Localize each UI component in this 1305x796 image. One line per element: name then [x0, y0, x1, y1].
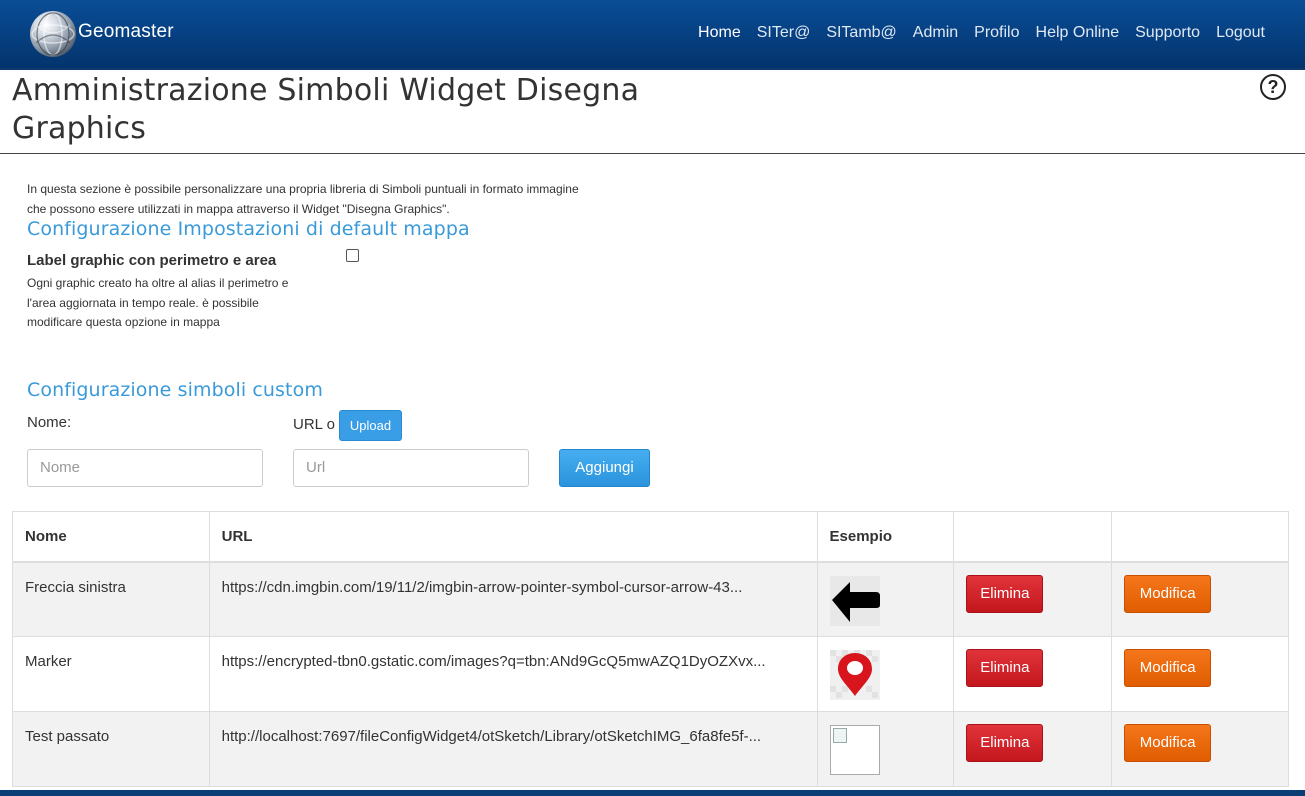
nav-admin[interactable]: Admin: [913, 24, 958, 42]
nav-supporto[interactable]: Supporto: [1135, 24, 1200, 42]
option-desc-line3: modificare questa opzione in mappa: [27, 315, 220, 329]
cell-name: Marker: [12, 636, 210, 712]
cell-delete: Elimina: [953, 711, 1113, 787]
name-label: Nome:: [27, 414, 72, 431]
globe-logo-icon: [30, 11, 76, 57]
cell-url: https://cdn.imgbin.com/19/11/2/imgbin-ar…: [208, 561, 818, 637]
nav-help-online[interactable]: Help Online: [1036, 24, 1120, 42]
page-title-line2: Graphics: [12, 111, 147, 146]
table-row: Marker https://encrypted-tbn0.gstatic.co…: [12, 636, 1289, 712]
nav-siter[interactable]: SITer@: [757, 24, 811, 42]
upload-button[interactable]: Upload: [339, 410, 402, 441]
cell-preview: [816, 636, 955, 712]
page-title: Amministrazione Simboli Widget Disegna G…: [12, 72, 672, 148]
nav-home[interactable]: Home: [698, 24, 741, 42]
brand-name: Geomaster: [78, 21, 174, 42]
nav-sitamb[interactable]: SITamb@: [826, 24, 896, 42]
cell-name: Freccia sinistra: [12, 561, 210, 637]
perimeter-area-label: Label graphic con perimetro e area: [27, 252, 277, 269]
nav-logout[interactable]: Logout: [1216, 24, 1265, 42]
broken-image-icon: [829, 725, 880, 775]
custom-symbols-heading: Configurazione simboli custom: [27, 379, 323, 401]
edit-button[interactable]: Modifica: [1124, 649, 1212, 687]
edit-button[interactable]: Modifica: [1124, 574, 1212, 613]
column-header-edit: [1111, 511, 1289, 563]
main-nav: Home SITer@ SITamb@ Admin Profilo Help O…: [682, 24, 1265, 42]
column-header-esempio: Esempio: [816, 511, 955, 563]
table-row: Test passato http://localhost:7697/fileC…: [12, 711, 1289, 787]
help-icon[interactable]: ?: [1260, 74, 1286, 100]
page-title-line1: Amministrazione Simboli Widget Disegna: [12, 73, 640, 108]
column-header-delete: [953, 511, 1113, 563]
table-row: Freccia sinistra https://cdn.imgbin.com/…: [12, 561, 1289, 637]
cell-url: http://localhost:7697/fileConfigWidget4/…: [208, 711, 818, 787]
top-navbar: Geomaster Home SITer@ SITamb@ Admin Prof…: [0, 0, 1305, 70]
delete-button[interactable]: Elimina: [966, 574, 1044, 613]
cell-edit: Modifica: [1111, 636, 1289, 712]
perimeter-area-checkbox[interactable]: [346, 249, 359, 262]
bottom-bar: [0, 790, 1305, 796]
cell-edit: Modifica: [1111, 561, 1289, 637]
cell-name: Test passato: [12, 711, 210, 787]
name-input[interactable]: Nome: [27, 449, 263, 487]
cell-delete: Elimina: [953, 636, 1113, 712]
column-header-nome: Nome: [12, 511, 210, 563]
delete-button[interactable]: Elimina: [966, 724, 1044, 762]
edit-button[interactable]: Modifica: [1124, 724, 1212, 762]
cell-preview: [816, 561, 955, 637]
column-header-url: URL: [208, 511, 818, 563]
left-arrow-icon: [829, 575, 880, 626]
title-divider: [0, 153, 1305, 154]
perimeter-area-description: Ogni graphic creato ha oltre al alias il…: [27, 274, 327, 333]
url-input[interactable]: Url: [293, 449, 529, 487]
intro-line2: che possono essere utilizzati in mappa a…: [27, 201, 450, 216]
nav-profilo[interactable]: Profilo: [974, 24, 1019, 42]
default-settings-heading: Configurazione Impostazioni di default m…: [27, 218, 470, 240]
add-button[interactable]: Aggiungi: [559, 449, 650, 487]
table-header-row: Nome URL Esempio: [12, 511, 1289, 563]
cell-url: https://encrypted-tbn0.gstatic.com/image…: [208, 636, 818, 712]
cell-edit: Modifica: [1111, 711, 1289, 787]
map-marker-icon: [829, 650, 880, 700]
brand[interactable]: Geomaster: [30, 11, 174, 57]
delete-button[interactable]: Elimina: [966, 649, 1044, 687]
option-desc-line2: l'area aggiornata in tempo reale. è poss…: [27, 295, 259, 310]
intro-line1: In questa sezione è possibile personaliz…: [27, 182, 579, 196]
cell-delete: Elimina: [953, 561, 1113, 637]
option-desc-line1: Ogni graphic creato ha oltre al alias il…: [27, 276, 289, 290]
symbols-table: Nome URL Esempio Freccia sinistra https:…: [12, 511, 1289, 787]
intro-text: In questa sezione è possibile personaliz…: [27, 180, 647, 219]
cell-preview: [816, 711, 955, 787]
url-label: URL o: [293, 416, 335, 433]
